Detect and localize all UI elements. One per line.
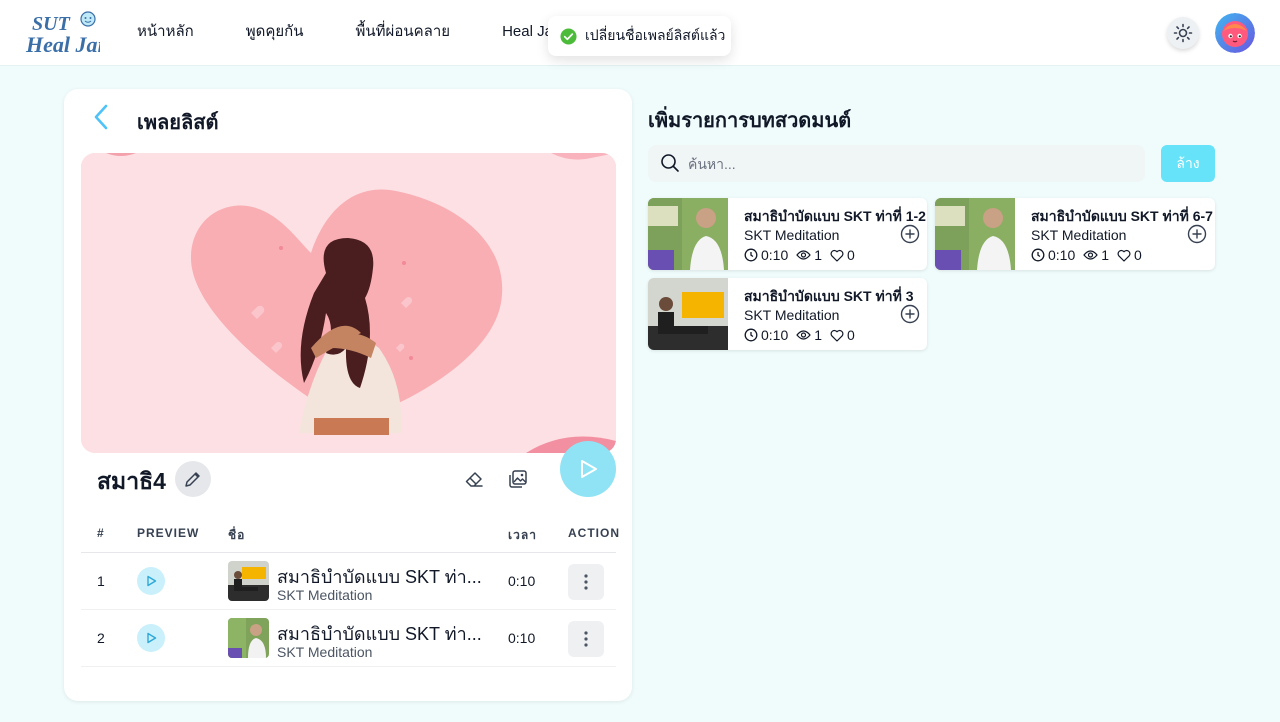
- eye-icon: [796, 250, 812, 260]
- add-tracks-title: เพิ่มรายการบทสวดมนต์: [648, 110, 852, 132]
- track-title: สมาธิบำบัดแบบ SKT ท่าที่ 1-2: [744, 208, 926, 224]
- change-cover-button[interactable]: [506, 467, 530, 491]
- track-title: สมาธิบำบัดแบบ SKT ท่าที่ 6-7: [1031, 208, 1213, 224]
- track-thumbnail: [228, 561, 269, 601]
- eye-icon: [1083, 250, 1099, 260]
- playlist-cover-image: [81, 153, 616, 453]
- add-circle-icon[interactable]: [900, 304, 920, 324]
- col-duration: เวลา: [508, 528, 537, 542]
- nav-talk[interactable]: พูดคุยกัน: [246, 22, 304, 42]
- theme-toggle-button[interactable]: [1167, 17, 1199, 49]
- toast-message: เปลี่ยนชื่อเพลย์ลิสต์แล้ว: [585, 27, 726, 43]
- add-circle-icon[interactable]: [1187, 224, 1207, 244]
- track-thumbnail: [648, 198, 728, 270]
- col-name: ชื่อ: [228, 528, 246, 542]
- preview-play-button[interactable]: [137, 624, 165, 652]
- nav-relax[interactable]: พื้นที่ผ่อนคลาย: [356, 22, 451, 42]
- col-action: ACTION: [568, 526, 620, 540]
- track-card[interactable]: สมาธิบำบัดแบบ SKT ท่าที่ 3 SKT Meditatio…: [648, 278, 927, 350]
- track-thumbnail: [648, 278, 728, 350]
- playlist-table: # PREVIEW ชื่อ เวลา ACTION 1 สมาธิบำบัดแ…: [81, 514, 619, 667]
- table-row[interactable]: 1 สมาธิบำบัดแบบ SKT ท่า... SKT Meditatio…: [81, 553, 616, 610]
- track-likes: 0: [847, 247, 855, 263]
- eraser-icon: [465, 472, 483, 487]
- search-icon: [661, 154, 679, 172]
- pencil-icon: [185, 472, 200, 487]
- playlist-card: เพลยลิสต์ สมาธิ4 # PREVIEW ชื่อ เวลา ACT…: [64, 89, 632, 701]
- track-card[interactable]: สมาธิบำบัดแบบ SKT ท่าที่ 1-2 SKT Meditat…: [648, 198, 927, 270]
- images-icon: [509, 470, 527, 488]
- search-box: [648, 145, 1145, 182]
- track-stats: 0:10 1 0: [744, 247, 863, 263]
- nav-home[interactable]: หน้าหลัก: [137, 22, 194, 42]
- row-actions-button[interactable]: [568, 621, 604, 657]
- table-header: # PREVIEW ชื่อ เวลา ACTION: [81, 514, 619, 553]
- track-duration: 0:10: [761, 327, 789, 343]
- track-thumbnail: [228, 618, 269, 658]
- heart-icon: [830, 329, 844, 342]
- track-stats: 0:10 1 0: [744, 327, 863, 343]
- track-duration: 0:10: [1048, 247, 1076, 263]
- user-avatar[interactable]: [1215, 13, 1255, 53]
- track-subtitle: SKT Meditation: [277, 644, 373, 660]
- svg-text:Heal Jai: Heal Jai: [25, 32, 100, 57]
- clock-icon: [1031, 248, 1045, 262]
- heart-icon: [830, 249, 844, 262]
- success-toast: เปลี่ยนชื่อเพลย์ลิสต์แล้ว: [548, 16, 731, 56]
- track-views: 1: [1101, 247, 1110, 263]
- clear-search-button[interactable]: ล้าง: [1161, 145, 1215, 182]
- play-icon: [147, 632, 157, 644]
- eye-icon: [796, 330, 812, 340]
- track-likes: 0: [847, 327, 855, 343]
- dots-vertical-icon: [584, 631, 588, 647]
- track-duration: 0:10: [508, 573, 536, 589]
- chevron-left-icon: [94, 104, 108, 130]
- sun-icon: [1173, 23, 1193, 43]
- col-preview: PREVIEW: [137, 526, 200, 540]
- play-icon: [581, 460, 597, 478]
- row-actions-button[interactable]: [568, 564, 604, 600]
- page-title: เพลยลิสต์: [137, 112, 219, 134]
- add-circle-icon[interactable]: [900, 224, 920, 244]
- play-playlist-button[interactable]: [560, 441, 616, 497]
- check-circle-icon: [560, 27, 577, 45]
- track-duration: 0:10: [508, 630, 536, 646]
- track-subtitle: SKT Meditation: [744, 307, 840, 323]
- track-title: สมาธิบำบัดแบบ SKT ท่าที่ 3: [744, 288, 914, 304]
- back-button[interactable]: [90, 103, 112, 131]
- clock-icon: [744, 328, 758, 342]
- row-number: 2: [97, 630, 105, 646]
- clear-playlist-button[interactable]: [462, 467, 486, 491]
- dots-vertical-icon: [584, 574, 588, 590]
- track-views: 1: [814, 327, 823, 343]
- clock-icon: [744, 248, 758, 262]
- preview-play-button[interactable]: [137, 567, 165, 595]
- col-num: #: [97, 526, 105, 540]
- edit-name-button[interactable]: [175, 461, 211, 497]
- track-duration: 0:10: [761, 247, 789, 263]
- track-stats: 0:10 1 0: [1031, 247, 1150, 263]
- track-subtitle: SKT Meditation: [744, 227, 840, 243]
- track-likes: 0: [1134, 247, 1142, 263]
- track-views: 1: [814, 247, 823, 263]
- table-row[interactable]: 2 สมาธิบำบัดแบบ SKT ท่า... SKT Meditatio…: [81, 610, 616, 667]
- track-subtitle: SKT Meditation: [277, 587, 373, 603]
- heart-icon: [1117, 249, 1131, 262]
- track-thumbnail: [935, 198, 1015, 270]
- play-icon: [147, 575, 157, 587]
- site-logo[interactable]: SUT Heal Jai: [24, 8, 104, 58]
- track-subtitle: SKT Meditation: [1031, 227, 1127, 243]
- row-number: 1: [97, 573, 105, 589]
- search-input[interactable]: [688, 145, 1128, 182]
- track-card[interactable]: สมาธิบำบัดแบบ SKT ท่าที่ 6-7 SKT Meditat…: [935, 198, 1215, 270]
- playlist-name: สมาธิ4: [97, 468, 166, 494]
